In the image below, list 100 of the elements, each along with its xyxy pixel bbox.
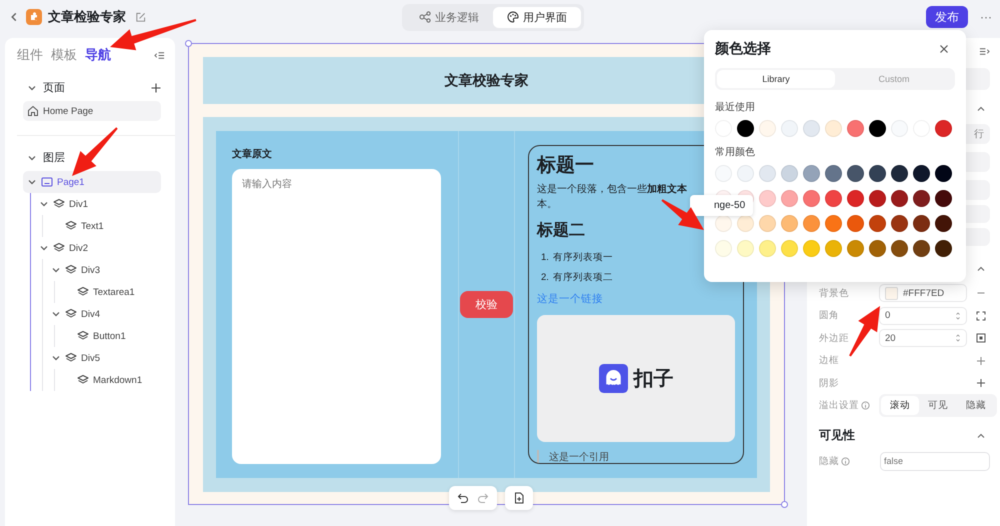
color-swatch[interactable] bbox=[891, 165, 908, 182]
color-swatch[interactable] bbox=[847, 215, 864, 232]
color-swatch[interactable] bbox=[825, 215, 842, 232]
color-swatch[interactable] bbox=[935, 215, 952, 232]
segment-option[interactable]: 滚动 bbox=[881, 396, 919, 416]
color-swatch[interactable] bbox=[935, 240, 952, 257]
layers-icon bbox=[53, 198, 65, 210]
input-field[interactable]: false bbox=[880, 452, 990, 471]
color-swatch[interactable] bbox=[913, 240, 930, 257]
color-swatch[interactable] bbox=[803, 165, 820, 182]
color-swatch[interactable] bbox=[737, 240, 754, 257]
color-swatch[interactable] bbox=[847, 120, 864, 137]
color-swatch[interactable] bbox=[781, 165, 798, 182]
property-label: 圆角 bbox=[819, 309, 840, 322]
article-textarea[interactable]: 请输入内容 bbox=[232, 169, 441, 464]
list-item: 有序列表项二 bbox=[552, 270, 613, 284]
layer-item[interactable]: Div2 bbox=[35, 237, 161, 259]
color-swatch[interactable] bbox=[913, 215, 930, 232]
tooltip: nge-50 bbox=[690, 195, 754, 216]
close-icon[interactable] bbox=[939, 44, 949, 54]
color-value: #FFF7ED bbox=[903, 288, 944, 299]
layer-item[interactable]: Text1 bbox=[47, 215, 161, 237]
layer-item[interactable]: Div3 bbox=[47, 259, 161, 281]
color-swatch[interactable] bbox=[803, 240, 820, 257]
color-swatch[interactable] bbox=[891, 240, 908, 257]
color-swatch[interactable] bbox=[869, 240, 886, 257]
panel-tab[interactable]: 模板 bbox=[51, 46, 77, 64]
number-field[interactable]: 20 bbox=[879, 329, 967, 348]
check-button[interactable]: 校验 bbox=[460, 291, 513, 318]
color-swatch[interactable] bbox=[737, 120, 754, 137]
layer-item[interactable]: Page1 bbox=[23, 171, 161, 193]
add-icon[interactable] bbox=[151, 82, 161, 92]
paragraph-line: 这是一个段落，包含一些加粗文本 bbox=[537, 182, 687, 197]
color-swatch[interactable] bbox=[935, 190, 952, 207]
heading: 标题一 bbox=[537, 154, 594, 178]
page-item[interactable]: Home Page bbox=[23, 101, 161, 121]
color-swatch[interactable] bbox=[803, 190, 820, 207]
collapse-icon[interactable] bbox=[154, 50, 165, 60]
color-swatch[interactable] bbox=[715, 215, 732, 232]
color-swatch[interactable] bbox=[913, 165, 930, 182]
layer-item[interactable]: Button1 bbox=[59, 325, 161, 347]
color-swatch[interactable] bbox=[847, 190, 864, 207]
color-swatch[interactable] bbox=[803, 215, 820, 232]
segment-option[interactable]: 可见 bbox=[919, 396, 957, 416]
corners-icon[interactable] bbox=[976, 310, 986, 321]
color-swatch[interactable] bbox=[825, 165, 842, 182]
color-swatch[interactable] bbox=[759, 165, 776, 182]
color-swatch[interactable] bbox=[759, 215, 776, 232]
color-swatch[interactable] bbox=[781, 190, 798, 207]
color-swatch[interactable] bbox=[825, 120, 842, 137]
color-swatch[interactable] bbox=[737, 165, 754, 182]
layer-item[interactable]: Markdown1 bbox=[59, 369, 161, 391]
panel-tab[interactable]: 导航 bbox=[85, 46, 111, 64]
picker-tab[interactable]: Library bbox=[717, 70, 835, 88]
color-swatch[interactable] bbox=[781, 215, 798, 232]
color-swatch[interactable] bbox=[803, 120, 820, 137]
color-swatch[interactable] bbox=[847, 240, 864, 257]
color-swatch[interactable] bbox=[935, 120, 952, 137]
color-swatch[interactable] bbox=[869, 165, 886, 182]
color-swatch[interactable] bbox=[913, 190, 930, 207]
arrow bbox=[72, 127, 118, 176]
color-swatch[interactable] bbox=[847, 165, 864, 182]
color-swatch[interactable] bbox=[869, 120, 886, 137]
layer-item[interactable]: Textarea1 bbox=[59, 281, 161, 303]
layer-item[interactable]: Div1 bbox=[35, 193, 161, 215]
color-swatch[interactable] bbox=[759, 120, 776, 137]
layers-icon bbox=[65, 264, 77, 276]
add-page-button[interactable] bbox=[505, 486, 533, 510]
spacing-icon[interactable] bbox=[976, 333, 986, 344]
color-field[interactable]: #FFF7ED bbox=[879, 284, 967, 302]
collapse-icon[interactable] bbox=[979, 46, 990, 57]
color-swatch[interactable] bbox=[781, 120, 798, 137]
color-swatch[interactable] bbox=[781, 240, 798, 257]
panel-tab[interactable]: 组件 bbox=[17, 46, 43, 64]
color-swatch[interactable] bbox=[935, 165, 952, 182]
share-icon bbox=[419, 11, 431, 23]
color-swatch[interactable] bbox=[891, 190, 908, 207]
undo-icon[interactable] bbox=[457, 492, 469, 504]
layer-item[interactable]: Div4 bbox=[47, 303, 161, 325]
publish-button[interactable]: 发布 bbox=[926, 6, 968, 28]
more-button[interactable]: ··· bbox=[980, 10, 992, 24]
layer-item[interactable]: Div5 bbox=[47, 347, 161, 369]
field-text: 行 bbox=[974, 128, 984, 141]
mode-tab[interactable]: 业务逻辑 bbox=[405, 6, 493, 28]
edit-icon[interactable] bbox=[135, 12, 146, 22]
color-swatch[interactable] bbox=[891, 215, 908, 232]
info-icon bbox=[841, 456, 850, 466]
color-swatch[interactable] bbox=[737, 215, 754, 232]
add-icon[interactable] bbox=[976, 378, 986, 388]
color-swatch[interactable] bbox=[825, 190, 842, 207]
color-swatch[interactable] bbox=[715, 240, 732, 257]
color-swatch[interactable] bbox=[759, 240, 776, 257]
number-field[interactable]: 0 bbox=[879, 306, 967, 325]
color-swatch[interactable] bbox=[869, 190, 886, 207]
color-swatch[interactable] bbox=[825, 240, 842, 257]
color-swatch[interactable] bbox=[869, 215, 886, 232]
segment-option[interactable]: 隐藏 bbox=[957, 396, 995, 416]
property-label: 溢出设置 bbox=[819, 399, 859, 412]
mode-tab[interactable]: 用户界面 bbox=[493, 6, 581, 28]
color-swatch[interactable] bbox=[759, 190, 776, 207]
